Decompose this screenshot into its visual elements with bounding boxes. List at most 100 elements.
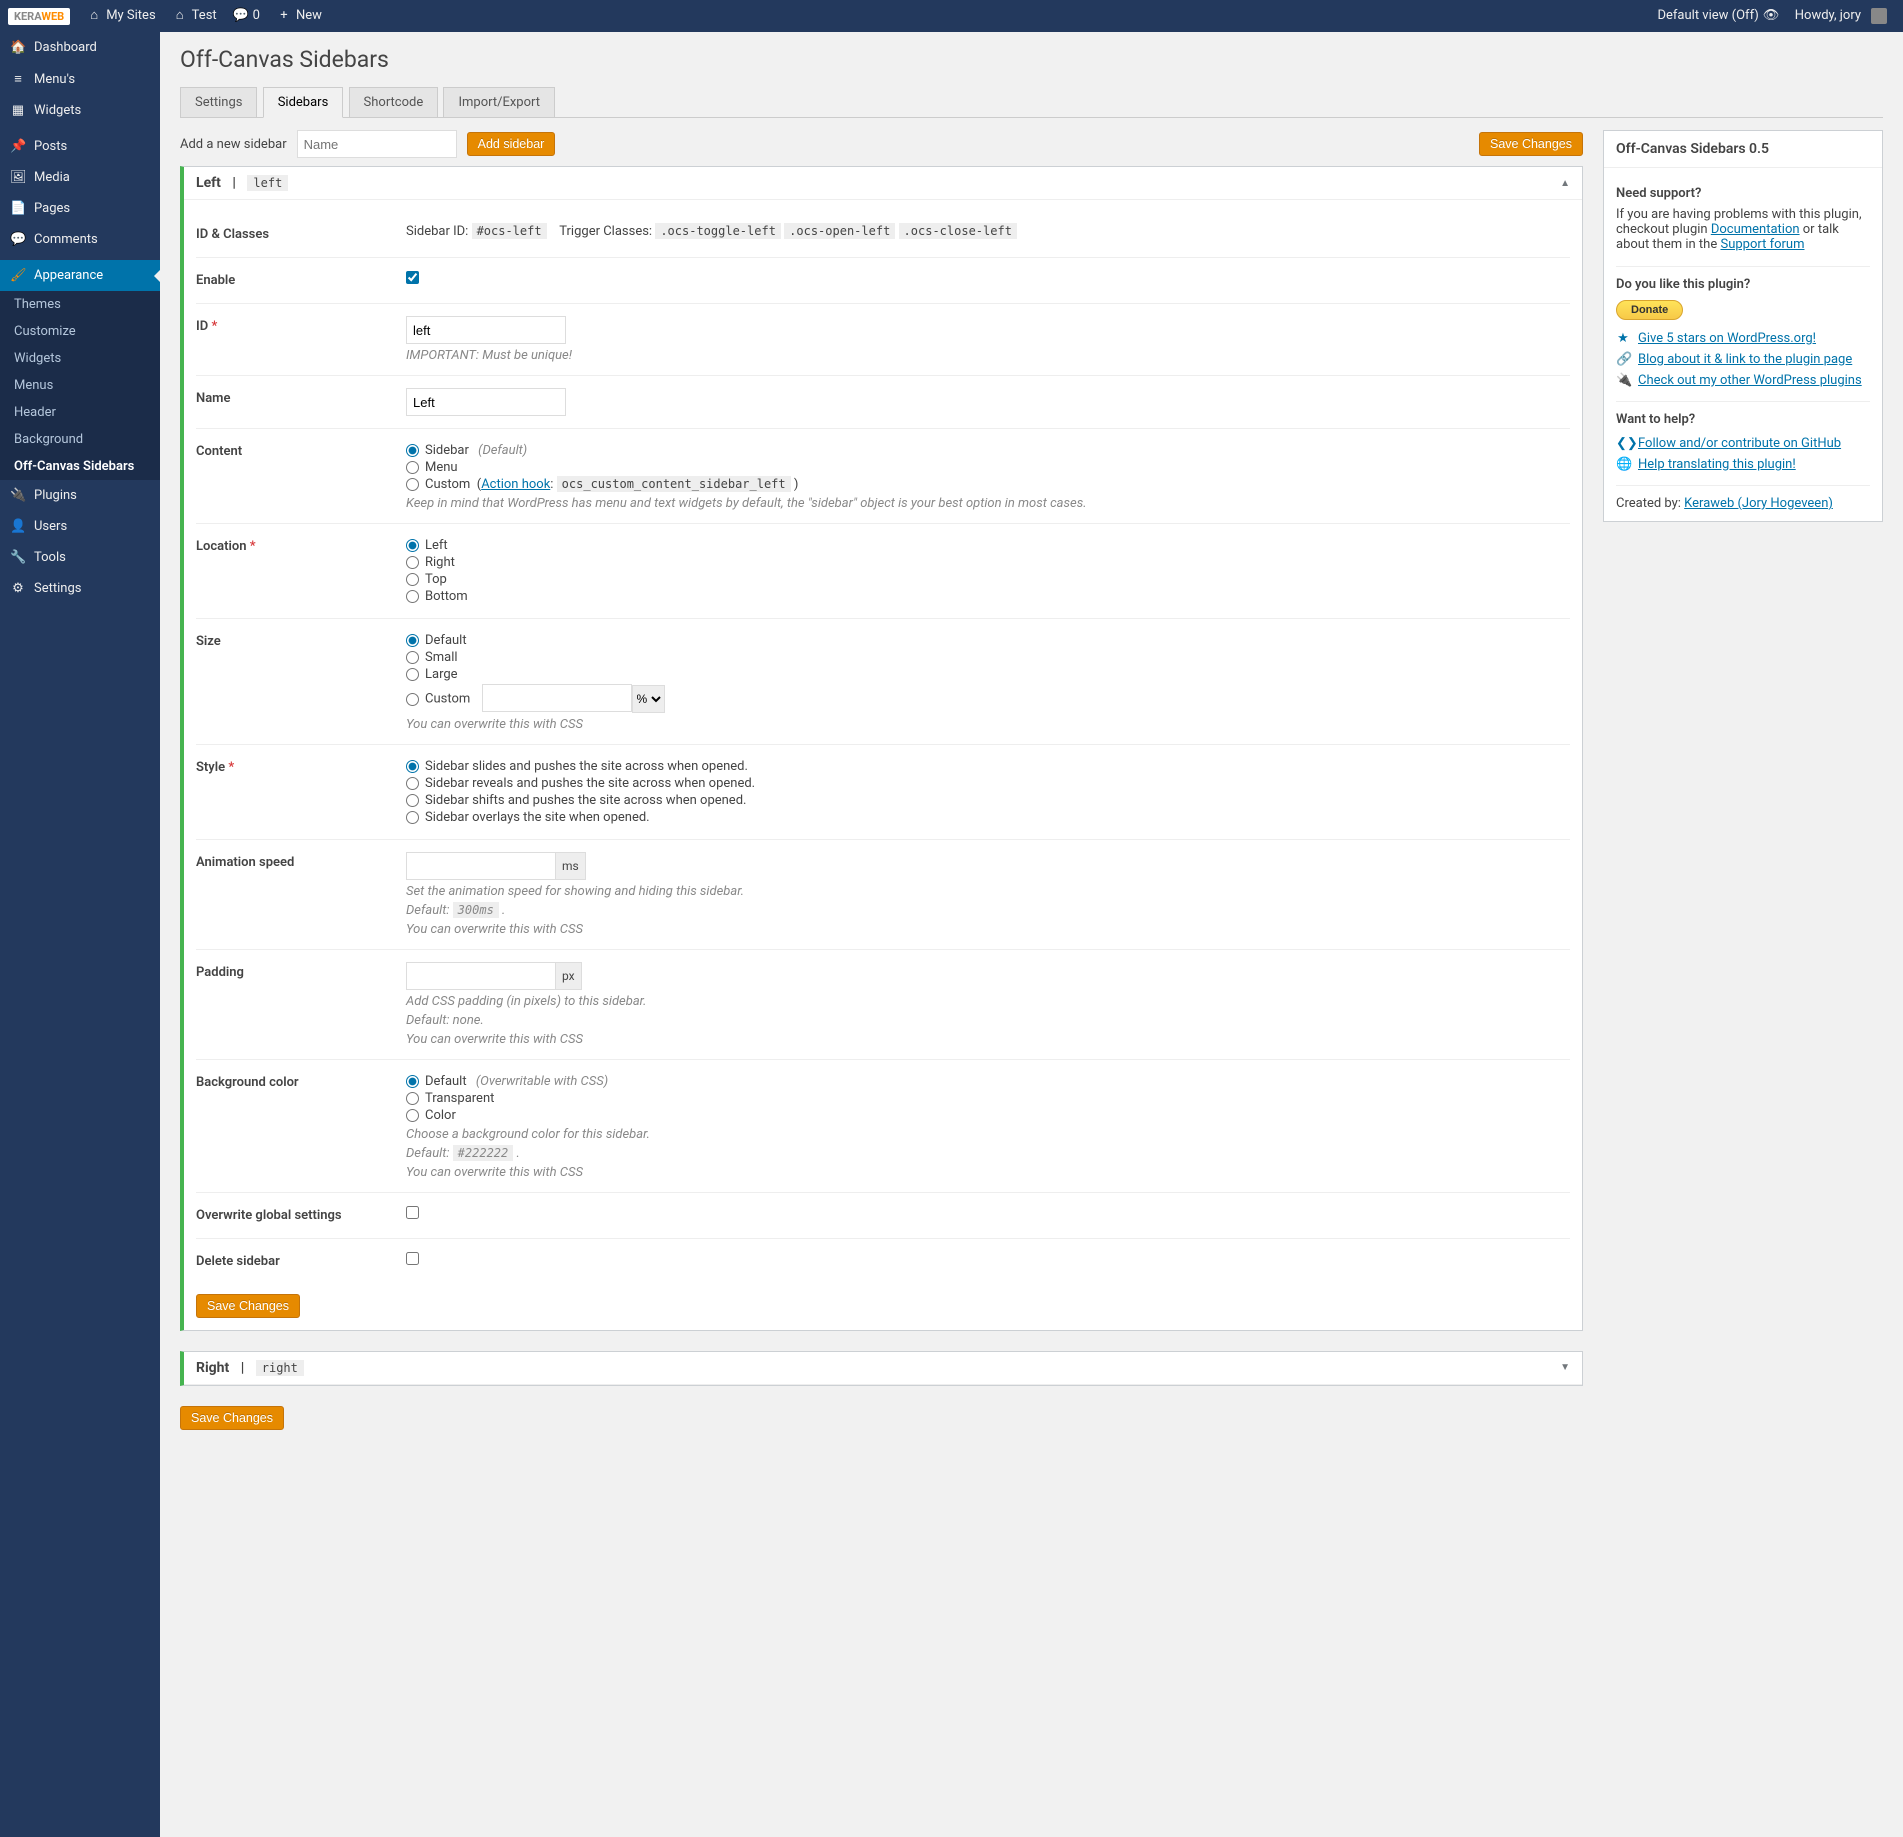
row-content-label: Content [196,429,396,524]
other-plugins-link[interactable]: Check out my other WordPress plugins [1638,373,1862,388]
menu-menus[interactable]: ≡Menu's [0,63,160,95]
save-changes-bottom[interactable]: Save Changes [180,1406,284,1430]
my-account[interactable]: Howdy, jory [1787,0,1895,32]
size-small-radio[interactable] [406,651,419,664]
help-heading: Want to help? [1616,412,1870,427]
blog-link[interactable]: Blog about it & link to the plugin page [1638,352,1852,367]
submenu-header[interactable]: Header [0,399,160,426]
loc-right-radio[interactable] [406,556,419,569]
style-shift-radio[interactable] [406,794,419,807]
loc-left-radio[interactable] [406,539,419,552]
tab-importexport[interactable]: Import/Export [443,87,555,117]
credit-text: Created by: Keraweb (Jory Hogeveen) [1616,496,1870,511]
tab-nav: Settings Sidebars Shortcode Import/Expor… [180,87,1883,118]
panel-header-right[interactable]: Right | right ▼ [184,1352,1582,1385]
rate-link[interactable]: Give 5 stars on WordPress.org! [1638,331,1816,346]
documentation-link[interactable]: Documentation [1711,222,1800,237]
bg-default-radio[interactable] [406,1075,419,1088]
name-input[interactable] [406,388,566,416]
submenu-themes[interactable]: Themes [0,291,160,318]
page-title: Off-Canvas Sidebars [180,32,1883,77]
chevron-down-icon[interactable]: ▼ [1560,1362,1570,1373]
chevron-up-icon[interactable]: ▲ [1560,178,1570,189]
author-link[interactable]: Keraweb (Jory Hogeveen) [1684,496,1833,511]
my-sites-link[interactable]: ⌂My Sites [78,0,163,32]
translate-link[interactable]: Help translating this plugin! [1638,457,1796,472]
padding-input[interactable] [406,962,556,990]
bg-color-radio[interactable] [406,1109,419,1122]
comments-icon: 💬 [10,232,26,247]
hidden-icon: 👁 [1763,0,1779,32]
add-sidebar-input[interactable] [297,130,457,158]
submenu-menus[interactable]: Menus [0,372,160,399]
overwrite-checkbox[interactable] [406,1206,419,1219]
menu-settings[interactable]: ⚙Settings [0,573,160,604]
enable-checkbox[interactable] [406,271,419,284]
submenu-widgets[interactable]: Widgets [0,345,160,372]
size-custom-input[interactable] [482,684,632,712]
menu-posts[interactable]: 📌Posts [0,131,160,162]
loc-top-radio[interactable] [406,573,419,586]
anim-note3: You can overwrite this with CSS [406,922,1560,937]
id-input[interactable] [406,316,566,344]
loc-bottom-radio[interactable] [406,590,419,603]
menu-dashboard[interactable]: 🏠Dashboard [0,32,160,63]
brand-logo[interactable]: KERAWEB [8,8,70,25]
content-menu-radio[interactable] [406,461,419,474]
menu-tools[interactable]: 🔧Tools [0,542,160,573]
menu-pages[interactable]: 📄Pages [0,193,160,224]
row-size-label: Size [196,619,396,745]
site-link[interactable]: ⌂Test [164,0,225,32]
menu-media[interactable]: 🖼Media [0,162,160,193]
menu-comments[interactable]: 💬Comments [0,224,160,255]
style-push-radio[interactable] [406,760,419,773]
delete-checkbox[interactable] [406,1252,419,1265]
save-changes-top[interactable]: Save Changes [1479,132,1583,156]
page-icon: 📄 [10,201,26,216]
content-sidebar-radio[interactable] [406,444,419,457]
submenu-customize[interactable]: Customize [0,318,160,345]
comments-link[interactable]: 💬0 [225,0,268,32]
action-hook-link[interactable]: Action hook [481,477,550,492]
tab-shortcode[interactable]: Shortcode [349,87,439,117]
row-style-label: Style * [196,744,396,839]
menu-users[interactable]: 👤Users [0,511,160,542]
row-overwrite-label: Overwrite global settings [196,1192,396,1238]
tab-sidebars[interactable]: Sidebars [263,87,344,118]
avatar [1871,8,1887,24]
bg-transparent-radio[interactable] [406,1092,419,1105]
default-view-toggle[interactable]: Default view (Off) 👁 [1649,0,1786,32]
anim-note2: Default: 300ms . [406,903,1560,918]
padding-note1: Add CSS padding (in pixels) to this side… [406,994,1560,1009]
submenu-background[interactable]: Background [0,426,160,453]
style-overlay-radio[interactable] [406,811,419,824]
size-custom-radio[interactable] [406,693,419,706]
padding-unit: px [555,962,582,990]
submenu-ocs[interactable]: Off-Canvas Sidebars [0,453,160,480]
tab-settings[interactable]: Settings [180,87,257,117]
row-anim-label: Animation speed [196,839,396,949]
menu-widgets[interactable]: ▦Widgets [0,95,160,126]
padding-note2: Default: none. [406,1013,1560,1028]
panel-header-left[interactable]: Left | left ▲ [184,167,1582,200]
menu-plugins[interactable]: 🔌Plugins [0,480,160,511]
admin-bar: KERAWEB ⌂My Sites ⌂Test 💬0 +New Default … [0,0,1903,32]
brush-icon: 🖌 [10,268,26,283]
anim-input[interactable] [406,852,556,880]
size-large-radio[interactable] [406,668,419,681]
new-content-link[interactable]: +New [268,0,330,32]
support-forum-link[interactable]: Support forum [1720,237,1804,252]
add-sidebar-button[interactable]: Add sidebar [467,132,556,156]
row-id-classes-value: Sidebar ID: #ocs-left Trigger Classes: .… [396,212,1570,258]
style-reveal-radio[interactable] [406,777,419,790]
menu-appearance[interactable]: 🖌Appearance [0,260,160,291]
size-unit-select[interactable]: % [632,685,665,713]
save-changes-panel[interactable]: Save Changes [196,1294,300,1318]
content-custom-radio[interactable] [406,478,419,491]
donate-button[interactable]: Donate [1616,300,1683,320]
comment-icon: 💬 [233,0,249,32]
sidebar-panel-left: Left | left ▲ ID & Classes Sidebar ID: #… [180,166,1583,1331]
github-link[interactable]: Follow and/or contribute on GitHub [1638,436,1841,451]
size-default-radio[interactable] [406,634,419,647]
anim-note1: Set the animation speed for showing and … [406,884,1560,899]
